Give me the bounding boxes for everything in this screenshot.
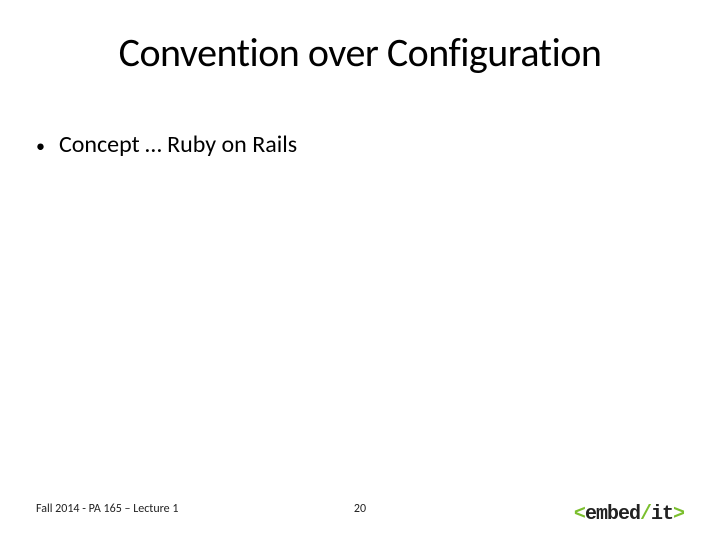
logo-slash-icon: /: [640, 503, 651, 526]
embed-it-logo: <embed/it>: [574, 503, 684, 526]
logo-angle-right-icon: >: [673, 503, 684, 526]
slide-body: • Concept … Ruby on Rails: [36, 130, 660, 159]
slide-title: Convention over Configuration: [0, 28, 720, 77]
bullet-dot-icon: •: [36, 137, 45, 155]
slide: Convention over Configuration • Concept …: [0, 0, 720, 540]
bullet-text: Concept … Ruby on Rails: [59, 130, 297, 159]
logo-word-it: it: [651, 503, 673, 526]
logo-word-embed: embed: [585, 503, 640, 526]
bullet-item: • Concept … Ruby on Rails: [36, 130, 660, 159]
logo-angle-left-icon: <: [574, 503, 585, 526]
